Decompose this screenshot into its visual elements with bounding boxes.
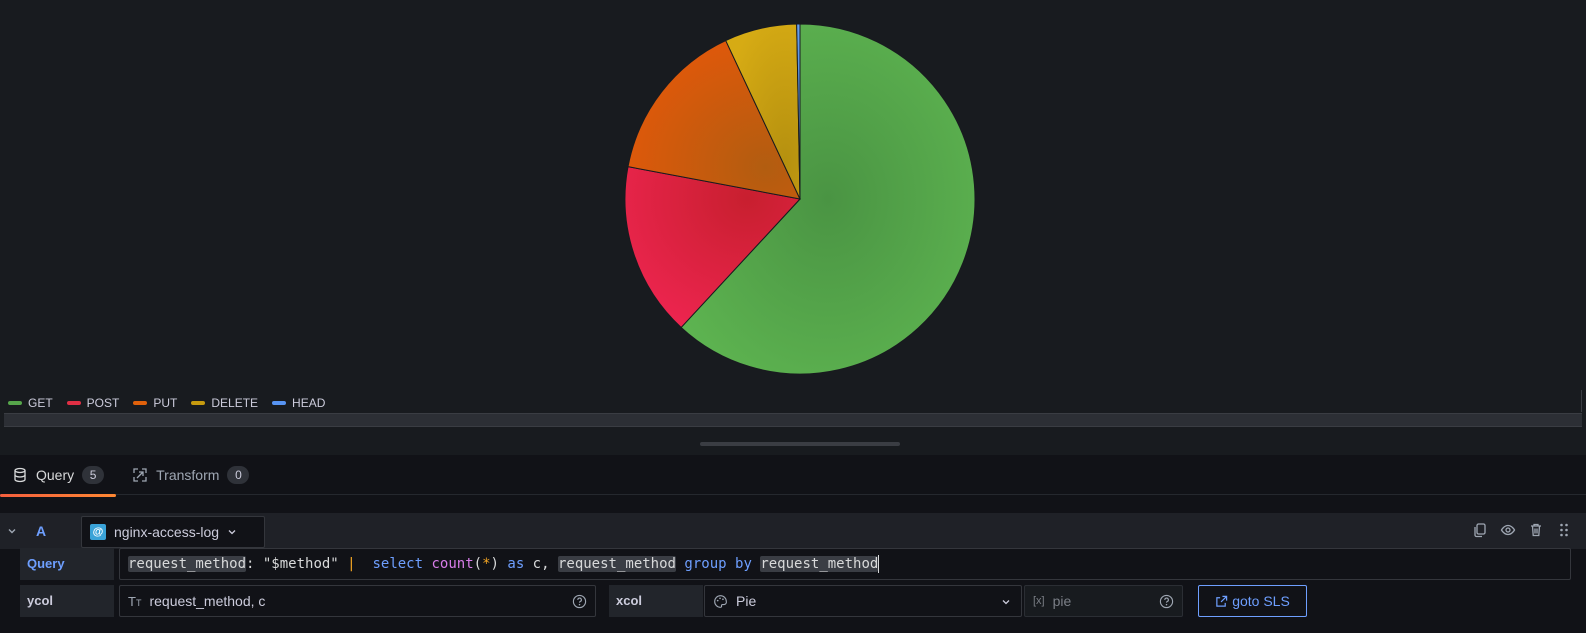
query-token: request_method [128, 556, 247, 572]
editor-tabs: Query 5 Transform 0 [0, 455, 1586, 497]
legend-label: GET [28, 396, 53, 410]
legend-item-put[interactable]: PUT [133, 396, 177, 410]
query-row-header: A @ nginx-access-log [0, 513, 1586, 549]
help-icon[interactable] [1159, 594, 1174, 609]
text-type-icon: TT [128, 593, 142, 609]
tab-transform-count: 0 [227, 465, 250, 484]
panel-divider [1581, 390, 1582, 412]
legend-item-delete[interactable]: DELETE [191, 396, 258, 410]
goto-sls-label: goto SLS [1232, 593, 1290, 609]
ycol-value: request_method, c [149, 593, 266, 609]
query-token: count [431, 556, 474, 572]
text-caret [878, 555, 880, 573]
query-token: c, [524, 556, 558, 572]
transform-icon [133, 467, 147, 482]
query-token: request_method [557, 556, 676, 572]
variable-icon: [x] [1033, 595, 1045, 607]
variable-placeholder: pie [1052, 593, 1072, 609]
database-icon [14, 467, 26, 482]
panel-resize-handle[interactable] [700, 442, 900, 446]
xcol-label: xcol [609, 585, 703, 617]
query-token: select [372, 556, 424, 572]
legend-swatch [191, 401, 206, 405]
query-token: by [735, 556, 752, 572]
xcol-select[interactable]: Pie [704, 585, 1022, 617]
external-link-icon [1216, 595, 1228, 607]
tab-transform-label: Transform [156, 466, 220, 483]
legend-item-get[interactable]: GET [8, 396, 53, 410]
query-token: ( [473, 556, 483, 572]
query-row-actions [1472, 522, 1572, 538]
legend-swatch [8, 401, 22, 405]
chevron-down-icon[interactable] [6, 525, 18, 537]
ycol-input[interactable]: TT request_method, c [119, 585, 596, 617]
legend-label: PUT [153, 396, 178, 410]
trash-icon[interactable] [1528, 522, 1544, 538]
query-token: * [482, 556, 491, 572]
query-token: : "$method" [246, 556, 348, 572]
tab-transform[interactable]: Transform 0 [120, 455, 261, 495]
query-token: group [684, 556, 727, 572]
help-icon[interactable] [572, 594, 587, 609]
variable-input[interactable]: [x] pie [1024, 585, 1183, 617]
query-editor-pane: Query 5 Transform 0 A @ nginx-access-log [0, 455, 1586, 633]
horizontal-scrollbar[interactable] [4, 413, 1582, 427]
eye-icon[interactable] [1500, 522, 1516, 538]
datasource-name: nginx-access-log [114, 524, 220, 540]
legend-swatch [66, 401, 81, 405]
goto-sls-button[interactable]: goto SLS [1198, 585, 1307, 617]
query-token: request_method [760, 556, 879, 572]
query-field-label: Query [20, 548, 114, 580]
xcol-value: Pie [736, 593, 757, 609]
drag-handle-icon[interactable] [1556, 522, 1572, 538]
tab-query-count: 5 [82, 465, 105, 484]
legend-label: HEAD [292, 396, 326, 410]
query-token: ) [490, 556, 499, 572]
legend-swatch [272, 401, 287, 405]
query-text-editor[interactable]: request_method: "$method" | select count… [119, 548, 1571, 580]
panel-visualization: GET POST PUT DELETE HEAD [0, 0, 1586, 432]
ycol-label: ycol [20, 585, 114, 617]
chart-legend: GET POST PUT DELETE HEAD [8, 396, 325, 410]
chevron-down-icon [1002, 600, 1010, 605]
datasource-picker[interactable]: @ nginx-access-log [81, 516, 265, 548]
legend-label: POST [86, 396, 120, 410]
query-token: | [347, 556, 356, 572]
palette-icon [714, 594, 727, 608]
tab-query[interactable]: Query 5 [0, 455, 117, 497]
duplicate-query-icon[interactable] [1472, 522, 1488, 538]
legend-swatch [133, 401, 148, 405]
query-token: as [507, 556, 525, 572]
datasource-logo-icon: @ [90, 524, 106, 540]
legend-item-head[interactable]: HEAD [272, 396, 325, 410]
tab-query-label: Query [36, 466, 75, 483]
chevron-down-icon [228, 530, 236, 535]
legend-item-post[interactable]: POST [66, 396, 120, 410]
legend-label: DELETE [211, 396, 259, 410]
pie-chart [624, 23, 976, 375]
query-ref-id[interactable]: A [36, 523, 46, 539]
